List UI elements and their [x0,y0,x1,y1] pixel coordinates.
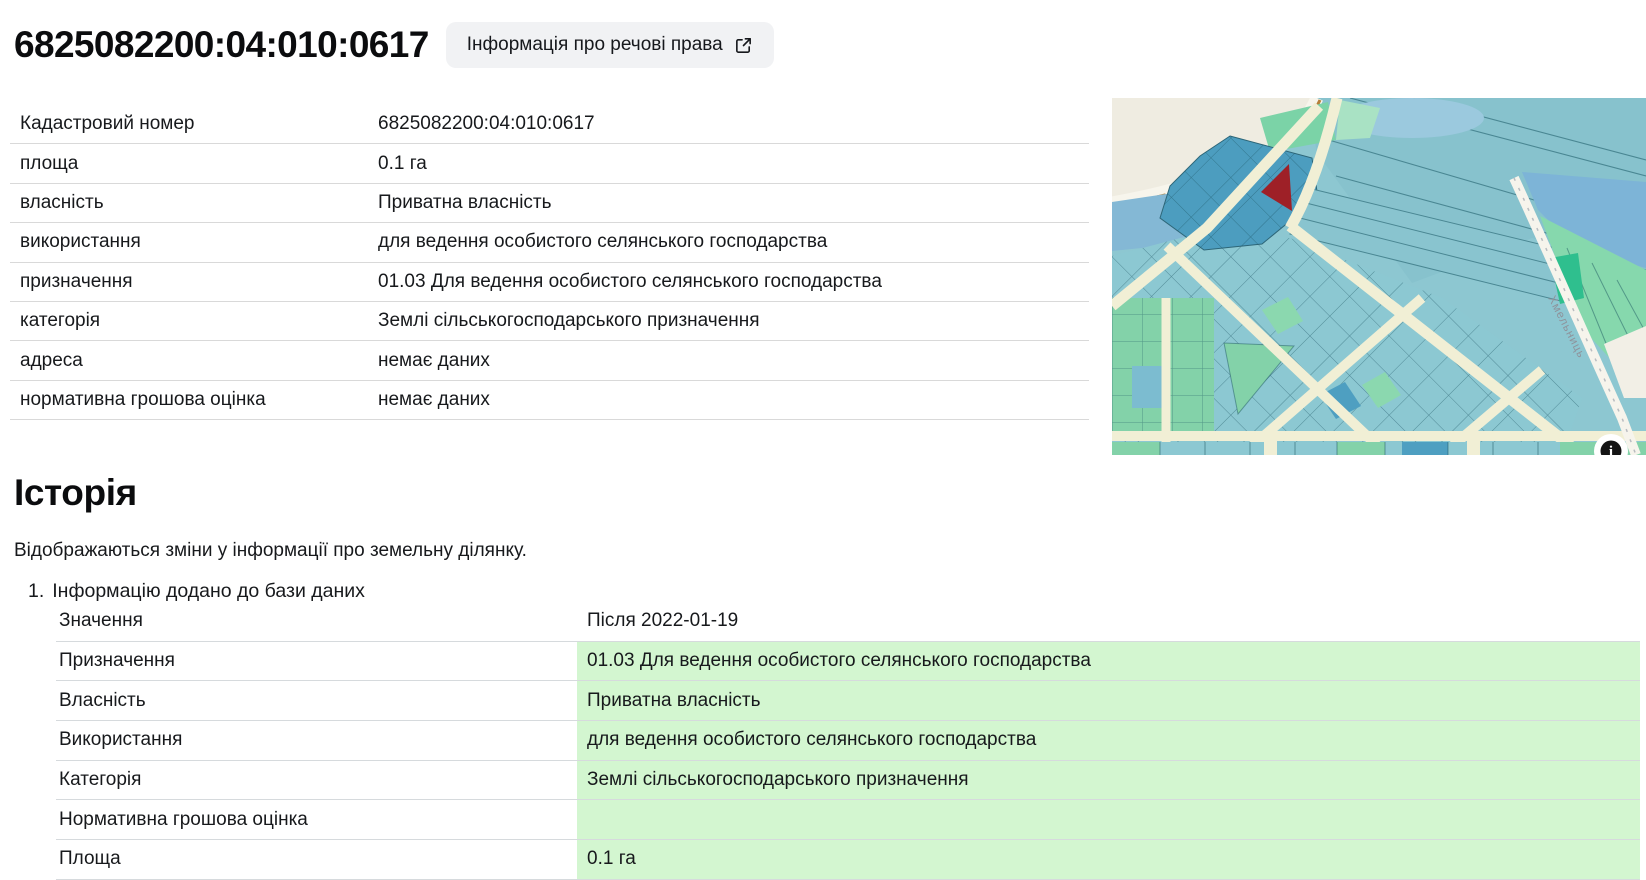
row-value: немає даних [378,350,1089,372]
history-description: Відображаються зміни у інформації про зе… [14,540,527,562]
row-value-highlighted: 01.03 Для ведення особистого селянського… [577,642,1640,681]
history-heading: Історія [14,472,137,514]
cadastral-map[interactable]: Хмельниць i [1112,98,1646,455]
parcel-info-table: Кадастровий номер 6825082200:04:010:0617… [10,105,1089,420]
table-row: Значення Після 2022-01-19 [56,602,1640,642]
table-row: Призначення 01.03 Для ведення особистого… [56,642,1640,682]
table-row: категорія Землі сільськогосподарського п… [10,302,1089,341]
row-label: Власність [56,690,577,712]
row-label: категорія [10,310,378,332]
row-label: Призначення [56,650,577,672]
row-label: Нормативна грошова оцінка [56,809,577,831]
row-value-highlighted: Приватна власність [577,681,1640,720]
property-rights-button-label: Інформація про речові права [467,34,723,56]
row-value: Землі сільськогосподарського призначення [378,310,1089,332]
row-value-highlighted [577,800,1640,839]
row-label: Використання [56,729,577,751]
table-row: Кадастровий номер 6825082200:04:010:0617 [10,105,1089,144]
info-icon: i [1609,444,1613,455]
row-value: Після 2022-01-19 [577,602,1640,641]
table-row: нормативна грошова оцінка немає даних [10,381,1089,420]
table-row: призначення 01.03 Для ведення особистого… [10,263,1089,302]
row-label: Кадастровий номер [10,113,378,135]
list-marker: 1. [28,580,44,603]
table-row: Власність Приватна власність [56,681,1640,721]
history-event-title: 1. Інформацію додано до бази даних [28,580,365,603]
row-label: Площа [56,848,577,870]
row-label: Значення [56,610,577,632]
row-value-highlighted: Землі сільськогосподарського призначення [577,761,1640,800]
property-rights-button[interactable]: Інформація про речові права [446,22,774,68]
row-value: 6825082200:04:010:0617 [378,113,1089,135]
table-row: Використання для ведення особистого селя… [56,721,1640,761]
row-label: адреса [10,350,378,372]
row-label: Категорія [56,769,577,791]
table-row: Категорія Землі сільськогосподарського п… [56,761,1640,801]
row-value: 01.03 Для ведення особистого селянського… [378,271,1089,293]
row-value: Приватна власність [378,192,1089,214]
row-value: для ведення особистого селянського госпо… [378,231,1089,253]
row-label: призначення [10,271,378,293]
table-row: Площа 0.1 га [56,840,1640,880]
row-value: немає даних [378,389,1089,411]
bottom-parcel-strip [1112,440,1646,455]
event-title-text: Інформацію додано до бази даних [52,580,365,603]
table-row: адреса немає даних [10,341,1089,380]
row-label: нормативна грошова оцінка [10,389,378,411]
row-label: власність [10,192,378,214]
row-value-highlighted: 0.1 га [577,840,1640,879]
table-row: площа 0.1 га [10,144,1089,183]
page-title: 6825082200:04:010:0617 [14,24,429,66]
external-link-icon [734,36,753,55]
row-value: 0.1 га [378,153,1089,175]
table-row: власність Приватна власність [10,184,1089,223]
row-value-highlighted: для ведення особистого селянського госпо… [577,721,1640,760]
page-header: 6825082200:04:010:0617 Інформація про ре… [14,22,774,68]
row-label: використання [10,231,378,253]
row-label: площа [10,153,378,175]
table-row: використання для ведення особистого селя… [10,223,1089,262]
history-table: Значення Після 2022-01-19 Призначення 01… [56,602,1640,880]
table-row: Нормативна грошова оцінка [56,800,1640,840]
